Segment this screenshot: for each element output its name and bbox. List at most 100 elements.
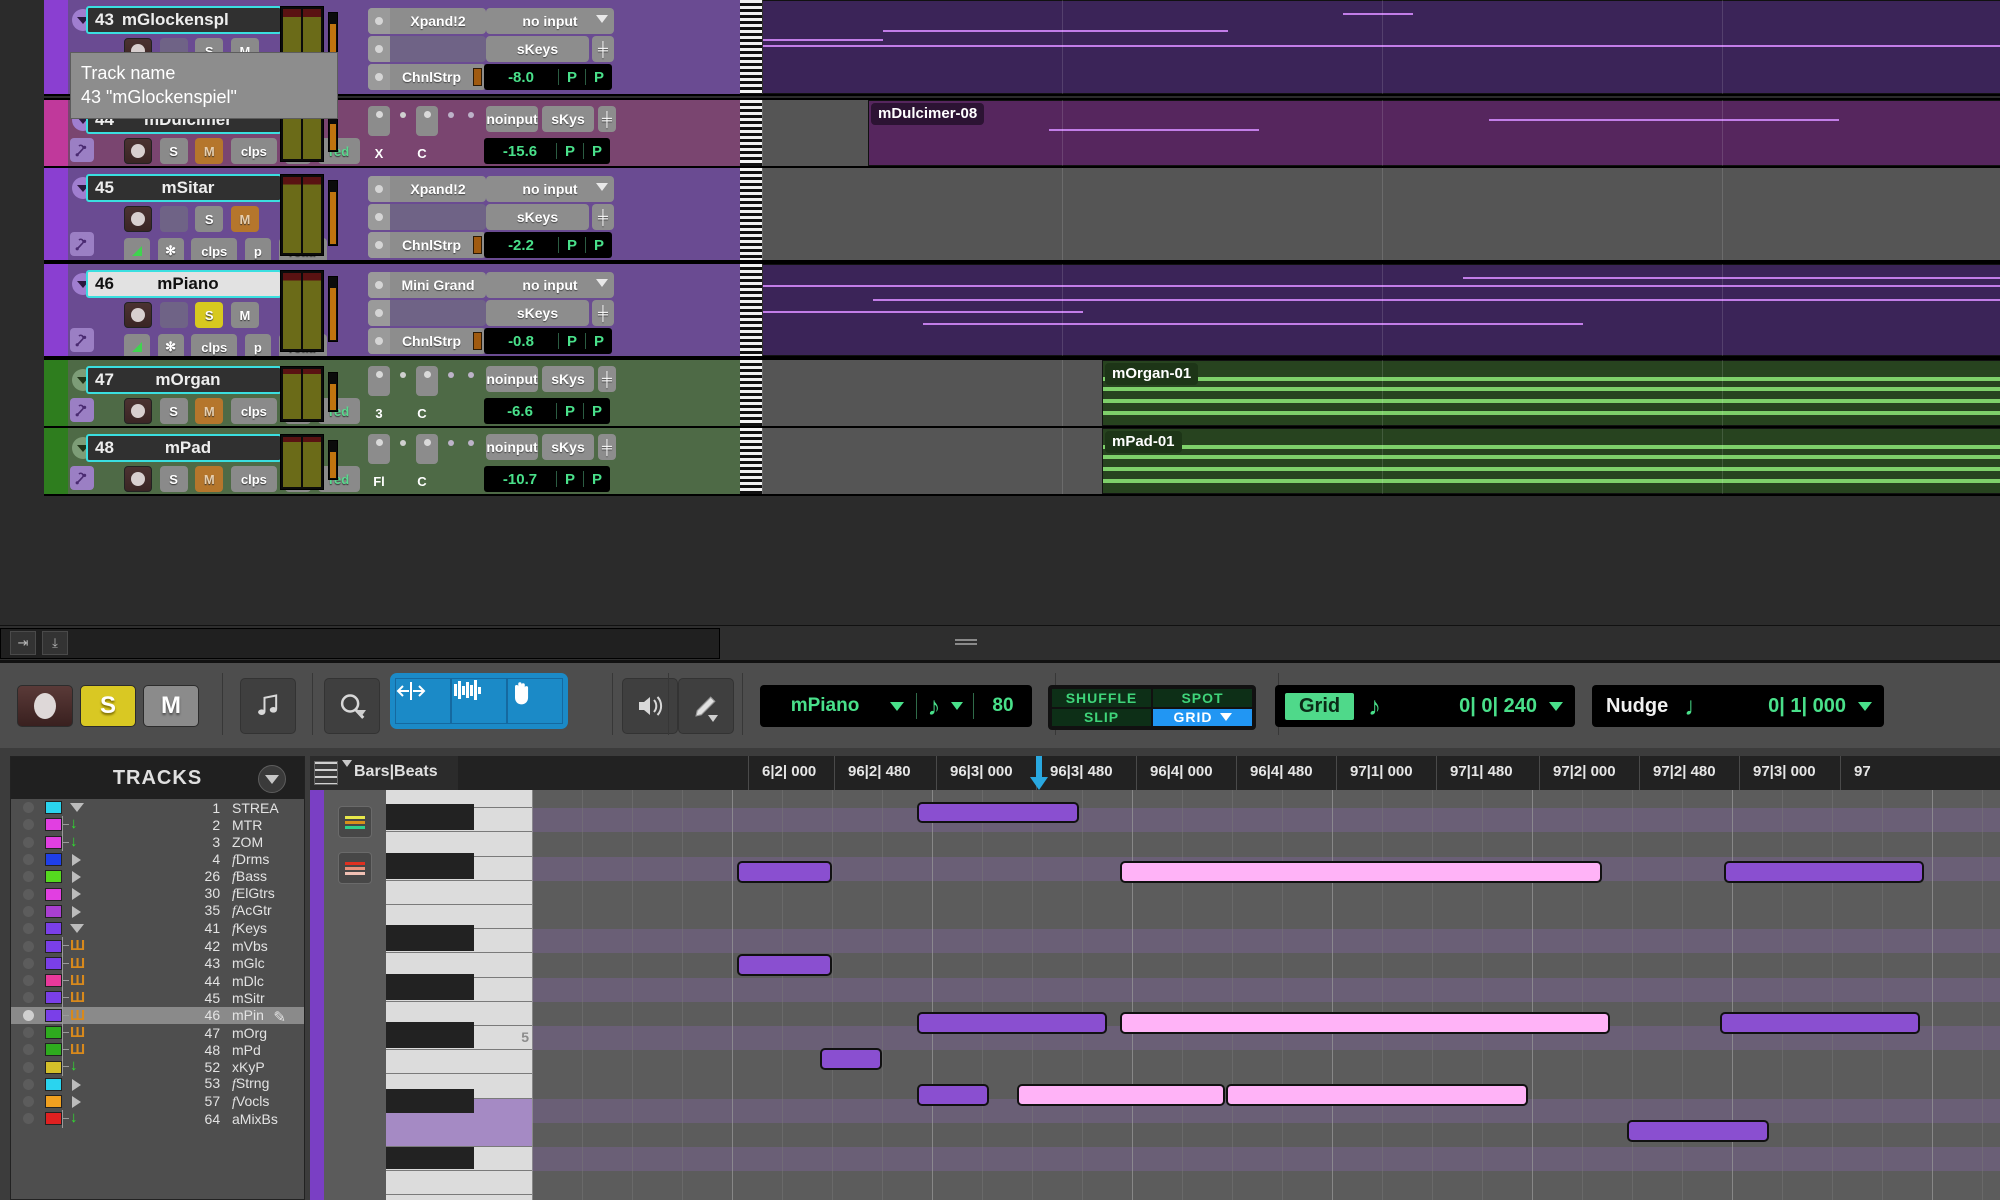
midi-note[interactable] xyxy=(1120,861,1602,883)
zoomer-dropdown-arrow[interactable] xyxy=(348,678,366,734)
insert-led-icon[interactable] xyxy=(368,36,390,62)
input-selector[interactable]: no input xyxy=(486,272,614,298)
insert-slot-2[interactable] xyxy=(368,204,486,230)
note-lane[interactable] xyxy=(532,905,2000,929)
pan-right-value[interactable]: P xyxy=(584,471,610,488)
send-a[interactable]: 3 xyxy=(368,400,390,426)
track-automation-icon[interactable] xyxy=(70,232,94,256)
piano-black-key[interactable] xyxy=(386,1022,474,1048)
io-row[interactable]: noinput sKys ╪ xyxy=(486,434,616,460)
track-list-item-mglc[interactable]: Ш 43 mGlc xyxy=(11,955,304,972)
output-selector[interactable]: sKys xyxy=(542,106,594,132)
note-lane[interactable] xyxy=(532,1147,2000,1171)
output-selector[interactable]: sKeys ╪ xyxy=(486,300,614,326)
note-lane[interactable] xyxy=(532,978,2000,1002)
track-list-item-keys[interactable]: 41 fKeys xyxy=(11,920,304,937)
output-selector[interactable]: sKys xyxy=(542,434,594,460)
track-color-strip[interactable] xyxy=(44,264,68,356)
input-selector[interactable]: noinput xyxy=(486,366,538,392)
track-volume-fader[interactable] xyxy=(328,180,338,246)
send-row[interactable]: X C xyxy=(368,140,433,166)
track-volume-fader[interactable] xyxy=(328,276,338,342)
midi-clip[interactable]: mPad-01 xyxy=(1102,428,2000,494)
volume-lcd[interactable]: -2.2 P P xyxy=(484,232,612,258)
piano-black-key[interactable] xyxy=(386,853,474,879)
slip-mode-button[interactable]: SLIP xyxy=(1052,709,1151,727)
track-list-item-acgtr[interactable]: 35 fAcGtr xyxy=(11,903,304,920)
volume-lcd[interactable]: -10.7 P P xyxy=(484,466,610,492)
track-control-row-1[interactable]: S M xyxy=(124,206,263,232)
io-row[interactable]: noinput sKys ╪ xyxy=(486,106,616,132)
grabber-tool-button[interactable] xyxy=(507,678,563,724)
pan-indicator[interactable]: ╪ xyxy=(598,434,616,460)
track-automation-icon[interactable] xyxy=(70,328,94,352)
chevron-down-icon[interactable] xyxy=(890,702,904,711)
track-name-field[interactable]: 48 mPad xyxy=(86,434,282,462)
insert-slot-c[interactable] xyxy=(416,106,438,136)
note-lane[interactable] xyxy=(532,881,2000,905)
solo-button[interactable]: S xyxy=(160,466,188,492)
pan-left-value[interactable]: P xyxy=(557,403,583,420)
track-color-swatch[interactable] xyxy=(45,1009,62,1022)
track-list-item-mtr[interactable]: ↓ 2 MTR xyxy=(11,816,304,833)
track-list-item-elgtrs[interactable]: 30 fElGtrs xyxy=(11,885,304,902)
send-row[interactable]: 3 C xyxy=(368,400,433,426)
voice-selector-button[interactable] xyxy=(124,238,150,262)
insert-slot-e[interactable] xyxy=(464,435,478,457)
insert-slot-d[interactable] xyxy=(444,435,458,457)
send-b[interactable]: C xyxy=(411,400,433,426)
track-playlist[interactable] xyxy=(762,168,2000,260)
playhead-marker[interactable] xyxy=(1028,756,1050,790)
track-list-item-drms[interactable]: 4 fDrms xyxy=(11,851,304,868)
insert-led-icon[interactable] xyxy=(368,204,390,230)
insert-slot-1[interactable]: Mini Grand xyxy=(368,272,486,298)
track-color-swatch[interactable] xyxy=(45,836,62,849)
insert-slot-b[interactable] xyxy=(396,107,410,129)
velocity-value[interactable]: 80 xyxy=(974,695,1032,717)
insert-slot-e[interactable] xyxy=(464,107,478,129)
track-list-item-zom[interactable]: ↓ 3 ZOM xyxy=(11,834,304,851)
nudge-label[interactable]: Nudge xyxy=(1606,695,1668,718)
insert-slot-3[interactable]: ChnlStrp xyxy=(368,232,486,258)
mute-button[interactable]: M xyxy=(195,138,223,164)
voice-selector-button[interactable] xyxy=(124,334,150,358)
track-color-swatch[interactable] xyxy=(45,1061,62,1074)
track-select-dot[interactable] xyxy=(11,1079,45,1090)
track-select-dot[interactable] xyxy=(11,837,45,848)
input-monitor-button[interactable] xyxy=(160,302,188,328)
track-color-strip[interactable] xyxy=(44,168,68,260)
clips-button[interactable]: clps xyxy=(231,466,277,492)
chevron-down-icon[interactable] xyxy=(356,710,366,717)
midi-note[interactable] xyxy=(1120,1012,1610,1034)
insert-led-row[interactable] xyxy=(368,434,484,464)
record-enable-button[interactable] xyxy=(17,685,73,727)
track-list-item-strea[interactable]: 1 STREA xyxy=(11,799,304,816)
track-list-item-mdlc[interactable]: Ш 44 mDlc xyxy=(11,972,304,989)
piano-black-key[interactable] xyxy=(386,1089,474,1113)
input-selector[interactable]: no input xyxy=(486,176,614,202)
solo-button[interactable]: S xyxy=(160,398,188,424)
track-select-dot[interactable] xyxy=(11,889,45,900)
insert-led-icon[interactable] xyxy=(368,300,390,326)
track-color-strip[interactable] xyxy=(44,360,68,426)
track-color-swatch[interactable] xyxy=(45,870,62,883)
midi-clip[interactable]: mDulcimer-08 xyxy=(868,100,2000,166)
midi-note[interactable] xyxy=(1226,1084,1528,1106)
insert-slot-a[interactable] xyxy=(368,434,390,464)
insertion-follows-playback-icon[interactable]: ⇥ xyxy=(10,631,36,655)
track-select-dot[interactable] xyxy=(11,992,45,1003)
insert-slot-b[interactable] xyxy=(396,435,410,457)
track-name-field[interactable]: 45 mSitar xyxy=(86,174,282,202)
send-b[interactable]: C xyxy=(411,468,433,494)
track-automation-icon[interactable] xyxy=(70,466,94,490)
track-playlist[interactable]: mDulcimer-08 xyxy=(762,100,2000,166)
piano-white-key[interactable] xyxy=(386,1171,532,1195)
note-lane[interactable] xyxy=(532,832,2000,856)
track-color-swatch[interactable] xyxy=(45,991,62,1004)
track-select-dot[interactable] xyxy=(11,1113,45,1124)
midi-note[interactable] xyxy=(1724,861,1924,883)
piano-black-key[interactable] xyxy=(386,804,474,830)
track-control-row-1[interactable]: S M xyxy=(124,302,263,328)
tracks-panel-menu-button[interactable] xyxy=(258,765,286,793)
grid-value[interactable]: 0| 0| 240 xyxy=(1381,695,1537,718)
